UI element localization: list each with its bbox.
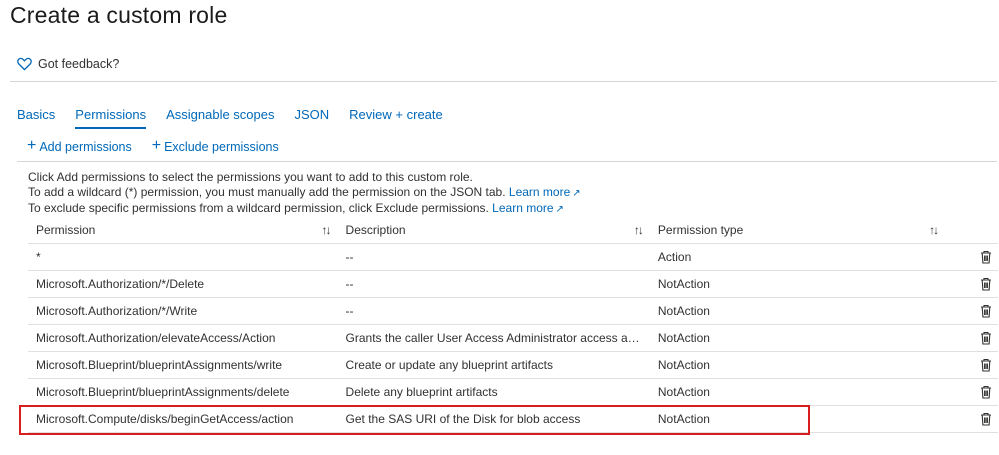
learn-more-link-json[interactable]: Learn more ↗ [509,185,581,199]
delete-icon[interactable] [953,412,998,426]
header-permission-type[interactable]: Permission type ↑↓ [649,216,946,244]
add-permissions-label: Add permissions [39,140,132,154]
tab-permissions[interactable]: Permissions [75,107,146,129]
table-row[interactable]: Microsoft.Blueprint/blueprintAssignments… [28,351,998,379]
table-row[interactable]: Microsoft.Authorization/*/Write -- NotActi… [28,297,998,325]
plus-icon: + [27,137,37,154]
cell-permission-type: NotAction [649,297,946,325]
page-title: Create a custom role [10,2,228,28]
delete-icon[interactable] [953,358,998,372]
info-text: Click Add permissions to select the perm… [28,170,581,217]
info-line-1: Click Add permissions to select the perm… [28,170,473,184]
table-row[interactable]: Microsoft.Authorization/elevateAccess/Ac… [28,324,998,352]
info-line-2: To add a wildcard (*) permission, you mu… [28,185,506,199]
feedback-button[interactable]: Got feedback? [17,57,119,71]
exclude-permissions-button[interactable]: + Exclude permissions [151,137,279,155]
cell-actions [945,405,998,433]
info-line-3: To exclude specific permissions from a w… [28,201,489,215]
cell-permission-type: NotAction [649,351,946,379]
external-link-icon: ↗ [555,204,564,215]
sort-icon[interactable]: ↑↓ [322,223,332,237]
toolbar: + Add permissions + Exclude permissions [27,137,299,155]
cell-actions [945,324,998,352]
cell-description: Grants the caller User Access Administra… [337,324,650,352]
cell-description: Create or update any blueprint artifacts [337,351,650,379]
cell-actions [945,351,998,379]
tab-review-create[interactable]: Review + create [349,107,443,128]
delete-icon[interactable] [953,331,998,345]
feedback-label: Got feedback? [38,57,120,71]
divider [10,81,997,82]
header-actions [945,216,998,244]
header-description[interactable]: Description ↑↓ [337,216,650,244]
cell-permission: Microsoft.Authorization/*/Delete [28,270,338,298]
permissions-table: Permission ↑↓ Description ↑↓ Permission … [28,216,998,433]
cell-permission-type: NotAction [649,378,946,406]
cell-actions [945,270,998,298]
cell-permission: Microsoft.Authorization/elevateAccess/Ac… [28,324,338,352]
cell-description: -- [337,270,650,298]
plus-icon: + [151,137,162,154]
cell-permission-type: NotAction [649,324,946,352]
cell-description: -- [337,243,650,271]
delete-icon[interactable] [953,250,998,264]
cell-description: Delete any blueprint artifacts [337,378,650,406]
tab-json[interactable]: JSON [295,107,330,128]
add-permissions-button[interactable]: + Add permissions [27,137,132,155]
cell-permission: Microsoft.Compute/disks/beginGetAccess/a… [28,405,338,433]
table-header-row: Permission ↑↓ Description ↑↓ Permission … [28,216,998,244]
heart-icon [17,57,32,71]
cell-description: Get the SAS URI of the Disk for blob acc… [337,405,650,433]
cell-actions [945,297,998,325]
table-row[interactable]: * -- Action [28,243,998,271]
cell-permission-type: NotAction [649,270,946,298]
cell-actions [945,243,998,271]
table-row[interactable]: Microsoft.Compute/disks/beginGetAccess/a… [28,405,998,433]
sort-icon[interactable]: ↑↓ [634,223,644,237]
divider [17,161,997,162]
external-link-icon: ↗ [572,188,581,199]
cell-permission: Microsoft.Authorization/*/Write [28,297,338,325]
cell-permission-type: Action [649,243,946,271]
tab-bar: Basics Permissions Assignable scopes JSO… [17,107,463,129]
tab-basics[interactable]: Basics [17,107,55,128]
cell-permission: Microsoft.Blueprint/blueprintAssignments… [28,351,338,379]
cell-permission: Microsoft.Blueprint/blueprintAssignments… [28,378,338,406]
delete-icon[interactable] [953,385,998,399]
cell-permission-type: NotAction [649,405,946,433]
cell-permission: * [28,243,338,271]
table-row[interactable]: Microsoft.Authorization/*/Delete -- NotAct… [28,270,998,298]
tab-assignable-scopes[interactable]: Assignable scopes [166,107,274,128]
delete-icon[interactable] [953,304,998,318]
sort-icon[interactable]: ↑↓ [929,223,939,237]
header-permission[interactable]: Permission ↑↓ [28,216,338,244]
table-row[interactable]: Microsoft.Blueprint/blueprintAssignments… [28,378,998,406]
learn-more-link-exclude[interactable]: Learn more ↗ [492,201,564,215]
delete-icon[interactable] [953,277,998,291]
cell-description: -- [337,297,650,325]
cell-actions [945,378,998,406]
exclude-permissions-label: Exclude permissions [164,140,279,154]
